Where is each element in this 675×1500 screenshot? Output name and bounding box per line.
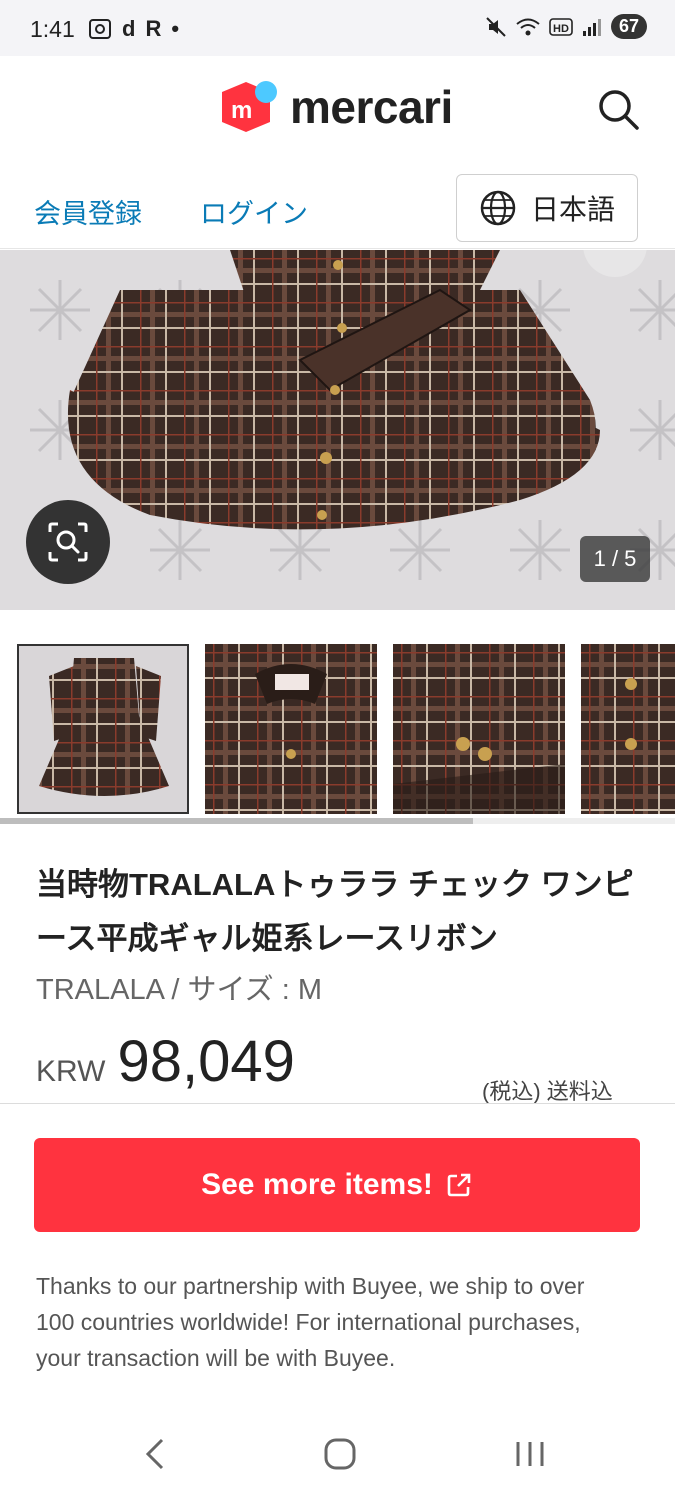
visual-search-button[interactable]: [26, 500, 110, 584]
thumbnail-1-image: [19, 646, 187, 812]
language-button[interactable]: 日本語: [456, 174, 638, 242]
battery-indicator: 67: [610, 14, 647, 39]
account-nav: 会員登録 ログイン 日本語: [0, 170, 675, 249]
status-left-icons: d R •: [88, 16, 179, 42]
search-icon: [599, 90, 639, 130]
thumbnail-4-image: [581, 644, 675, 814]
screenshot-icon: [89, 19, 111, 39]
mercari-logo-icon: m: [222, 81, 277, 132]
register-link[interactable]: 会員登録: [34, 192, 142, 231]
status-bar: 1:41 d R • HD 67: [0, 0, 675, 56]
site-header: m mercari: [0, 56, 675, 166]
image-counter: 1 / 5: [580, 536, 650, 582]
hd-icon: HD: [549, 17, 573, 36]
thumbnail-strip[interactable]: [0, 644, 675, 816]
mercari-logo[interactable]: m mercari: [218, 78, 453, 136]
thumbnail-3-image: [393, 644, 565, 814]
price-row: KRW 98,049: [36, 1028, 295, 1095]
mute-icon: [486, 16, 506, 37]
wifi-icon: [516, 18, 540, 35]
status-right-icons: HD 67: [485, 14, 647, 39]
price-value: 98,049: [117, 1029, 295, 1094]
recent-apps-icon[interactable]: [512, 1434, 548, 1474]
cta-label: See more items!: [201, 1168, 433, 1201]
status-d-indicator: d: [122, 16, 136, 41]
thumbnail-2-image: [205, 644, 377, 814]
svg-text:HD: HD: [553, 23, 569, 35]
search-button[interactable]: [595, 86, 643, 134]
back-icon[interactable]: [140, 1434, 168, 1474]
product-title: 当時物TRALALAトゥララ チェック ワンピース平成ギャル姫系レースリボン: [36, 867, 634, 956]
thumbnail-3[interactable]: [393, 644, 565, 814]
logo-text: mercari: [290, 81, 453, 133]
lens-search-icon: [48, 522, 88, 562]
login-link[interactable]: ログイン: [200, 192, 308, 231]
thumbnail-1[interactable]: [17, 644, 189, 814]
home-icon[interactable]: [322, 1434, 358, 1474]
logo-badge: m: [231, 97, 252, 124]
buyee-partnership-note: Thanks to our partnership with Buyee, we…: [36, 1273, 585, 1371]
thumbnail-4[interactable]: [581, 644, 675, 814]
signal-icon: [582, 18, 601, 36]
currency-code: KRW: [36, 1055, 106, 1088]
status-time: 1:41: [30, 16, 75, 42]
brand-size[interactable]: TRALALA / サイズ : M: [36, 966, 322, 1008]
status-r-indicator: R: [145, 16, 162, 41]
language-label: 日本語: [530, 194, 615, 225]
tax-shipping-note: (税込) 送料込: [482, 1079, 613, 1104]
thumbnail-scroll-thumb[interactable]: [0, 818, 473, 824]
thumbnail-2[interactable]: [205, 644, 377, 814]
status-dot-indicator: •: [171, 16, 180, 41]
divider: [0, 1103, 675, 1104]
external-link-icon: [447, 1173, 471, 1197]
android-nav-bar: [0, 1410, 675, 1500]
thumbnail-scrollbar[interactable]: [0, 818, 675, 824]
see-more-items-button[interactable]: See more items!: [34, 1138, 640, 1232]
globe-icon: [480, 190, 516, 226]
